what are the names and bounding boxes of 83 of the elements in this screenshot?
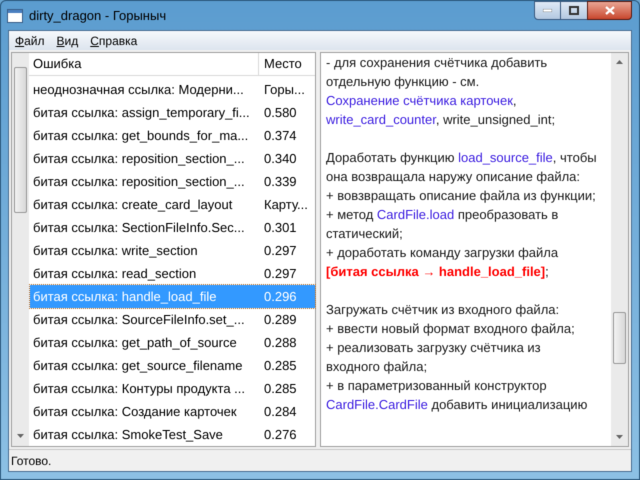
table-cell-text: битая ссылка: write_section — [32, 242, 199, 260]
table-row[interactable]: битая ссылка: reposition_section_... 0.339 — [30, 170, 315, 193]
maximize-icon — [569, 6, 579, 15]
table-cell-text: 0.340 — [263, 150, 298, 168]
table-cell-text: 0.301 — [263, 218, 298, 237]
table-cell-text: битая ссылка: SectionFileInfo.Sec... — [32, 218, 246, 237]
table-cell-text: неоднозначная ссылка: Модерни... — [32, 80, 245, 99]
paragraph: + метод CardFile.load преобразовать в статический; — [326, 206, 560, 243]
table-cell-text: битая ссылка: Контуры продукта ... — [32, 380, 246, 398]
minimize-icon — [543, 9, 552, 12]
scrollbar[interactable] — [611, 53, 628, 446]
scrollbar[interactable] — [12, 53, 29, 446]
table-cell-text: битая ссылка: create_card_layout — [32, 196, 234, 214]
scroll-up-icon[interactable] — [616, 60, 623, 64]
table-cell-text: 0.284 — [263, 402, 298, 421]
table-cell-text: 0.374 — [263, 126, 298, 145]
table-row[interactable]: битая ссылка: Создание карточек 0.284 — [30, 400, 315, 423]
table-row[interactable]: битая ссылка: Контуры продукта ... 0.285 — [30, 377, 315, 400]
table-row[interactable]: битая ссылка: assign_temporary_fi... 0.580 — [30, 101, 315, 124]
table-cell-text: 0.276 — [263, 426, 298, 444]
table-cell-text: битая ссылка: SourceFileInfo.set_... — [32, 310, 246, 329]
table-cell-text: битая ссылка: get_bounds_for_ma... — [32, 126, 250, 145]
table-cell-text: 0.288 — [263, 334, 298, 352]
table-cell-text: битая ссылка: get_source_filename — [32, 356, 244, 375]
table-cell-text: битая ссылка: read_section — [32, 264, 198, 283]
paragraph: Доработать функцию load_source_file, чтобы она возвращала наружу описание файла: — [326, 149, 597, 186]
table-cell-text: 0.285 — [263, 380, 298, 398]
table-cell-text: 0.339 — [263, 172, 298, 191]
table-row[interactable]: битая ссылка: read_section 0.297 — [30, 262, 315, 285]
scroll-down-icon[interactable] — [616, 435, 623, 439]
table-cell-text: 0.296 — [263, 288, 298, 306]
scroll-down-icon[interactable] — [17, 434, 24, 438]
column-header[interactable]: Ошибка — [29, 53, 259, 75]
close-button[interactable] — [587, 1, 632, 20]
table-row[interactable]: битая ссылка: create_card_layout Карту... — [30, 193, 315, 216]
table-cell-text: Горы... — [263, 80, 306, 99]
menu-item[interactable]: Справка — [84, 32, 144, 50]
table-cell-text: 0.297 — [263, 242, 298, 260]
link[interactable]: write_card_counter — [326, 112, 436, 127]
menu-item[interactable]: Вид — [50, 32, 84, 50]
table-cell-text: битая ссылка: Создание карточек — [32, 402, 238, 421]
paragraph: + доработать команду загрузки файла [битая ссылка → handle_load_file]; — [326, 244, 560, 281]
table-cell-text: 0.297 — [263, 264, 298, 283]
table-cell-text: 0.580 — [263, 104, 298, 122]
table-row[interactable]: битая ссылка: SmokeTest_Save 0.276 — [30, 423, 315, 446]
paragraph: Загружать счётчик из входного файла: — [326, 301, 560, 319]
table-row[interactable]: битая ссылка: get_bounds_for_ma... 0.374 — [30, 124, 315, 147]
table-row[interactable]: битая ссылка: write_section 0.297 — [30, 239, 315, 262]
link[interactable]: CardFile.load — [376, 207, 454, 222]
table-cell-text: битая ссылка: SmokeTest_Save — [32, 426, 224, 444]
table-cell-text: битая ссылка: reposition_section_... — [32, 172, 246, 191]
table-cell-text: 0.289 — [263, 310, 298, 329]
paragraph: + вовзвращать описание файла из функции; — [326, 187, 597, 205]
table-row[interactable]: битая ссылка: get_source_filename 0.285 — [30, 354, 315, 377]
table-row[interactable]: битая ссылка: SourceFileInfo.set_... 0.289 — [30, 308, 315, 331]
broken-link[interactable]: [битая ссылка → handle_load_file] — [326, 264, 546, 279]
table-cell-text: битая ссылка: get_path_of_source — [32, 334, 238, 352]
minimize-button[interactable] — [534, 1, 561, 20]
table-row[interactable]: неоднозначная ссылка: Модерни... Горы... — [30, 78, 315, 101]
column-header[interactable]: Место — [259, 53, 315, 75]
paragraph: - для сохранения счётчика добавить отдельную функцию - см. Сохранение счётчика карточек, write_card_counter, write_unsigned_int; — [326, 54, 556, 129]
table-cell-text: битая ссылка: assign_temporary_fi... — [32, 104, 251, 122]
window-icon — [7, 8, 23, 22]
link[interactable]: Сохранение счётчика карточек — [326, 93, 513, 108]
maximize-button[interactable] — [561, 1, 587, 20]
close-icon — [604, 6, 614, 15]
table-row[interactable]: битая ссылка: SectionFileInfo.Sec... 0.301 — [30, 216, 315, 239]
scrollbar-thumb[interactable] — [14, 67, 27, 213]
link[interactable]: load_source_file — [458, 150, 553, 165]
menu-item[interactable]: Файл — [9, 32, 51, 50]
table-cell-text: битая ссылка: reposition_section_... — [32, 150, 246, 168]
link[interactable]: CardFile.CardFile — [326, 397, 428, 412]
paragraph: + ввести новый формат входного файла; — [326, 320, 576, 338]
status-text: Готово. — [11, 452, 52, 470]
window-title: dirty_dragon - Горыныч — [29, 6, 166, 25]
table-row[interactable]: битая ссылка: get_path_of_source 0.288 — [30, 331, 315, 354]
table-cell-text: битая ссылка: handle_load_file — [32, 288, 218, 306]
table-cell-text: 0.285 — [263, 356, 298, 375]
scrollbar-thumb[interactable] — [613, 312, 626, 364]
table-row[interactable]: битая ссылка: reposition_section_... 0.340 — [30, 147, 315, 170]
paragraph: + реализовать загрузку счётчика из входного файла; — [326, 339, 542, 376]
paragraph: + в параметризованный конструктор CardFile.CardFile добавить инициализацию — [326, 377, 588, 414]
table-cell-text: Карту... — [263, 196, 309, 214]
